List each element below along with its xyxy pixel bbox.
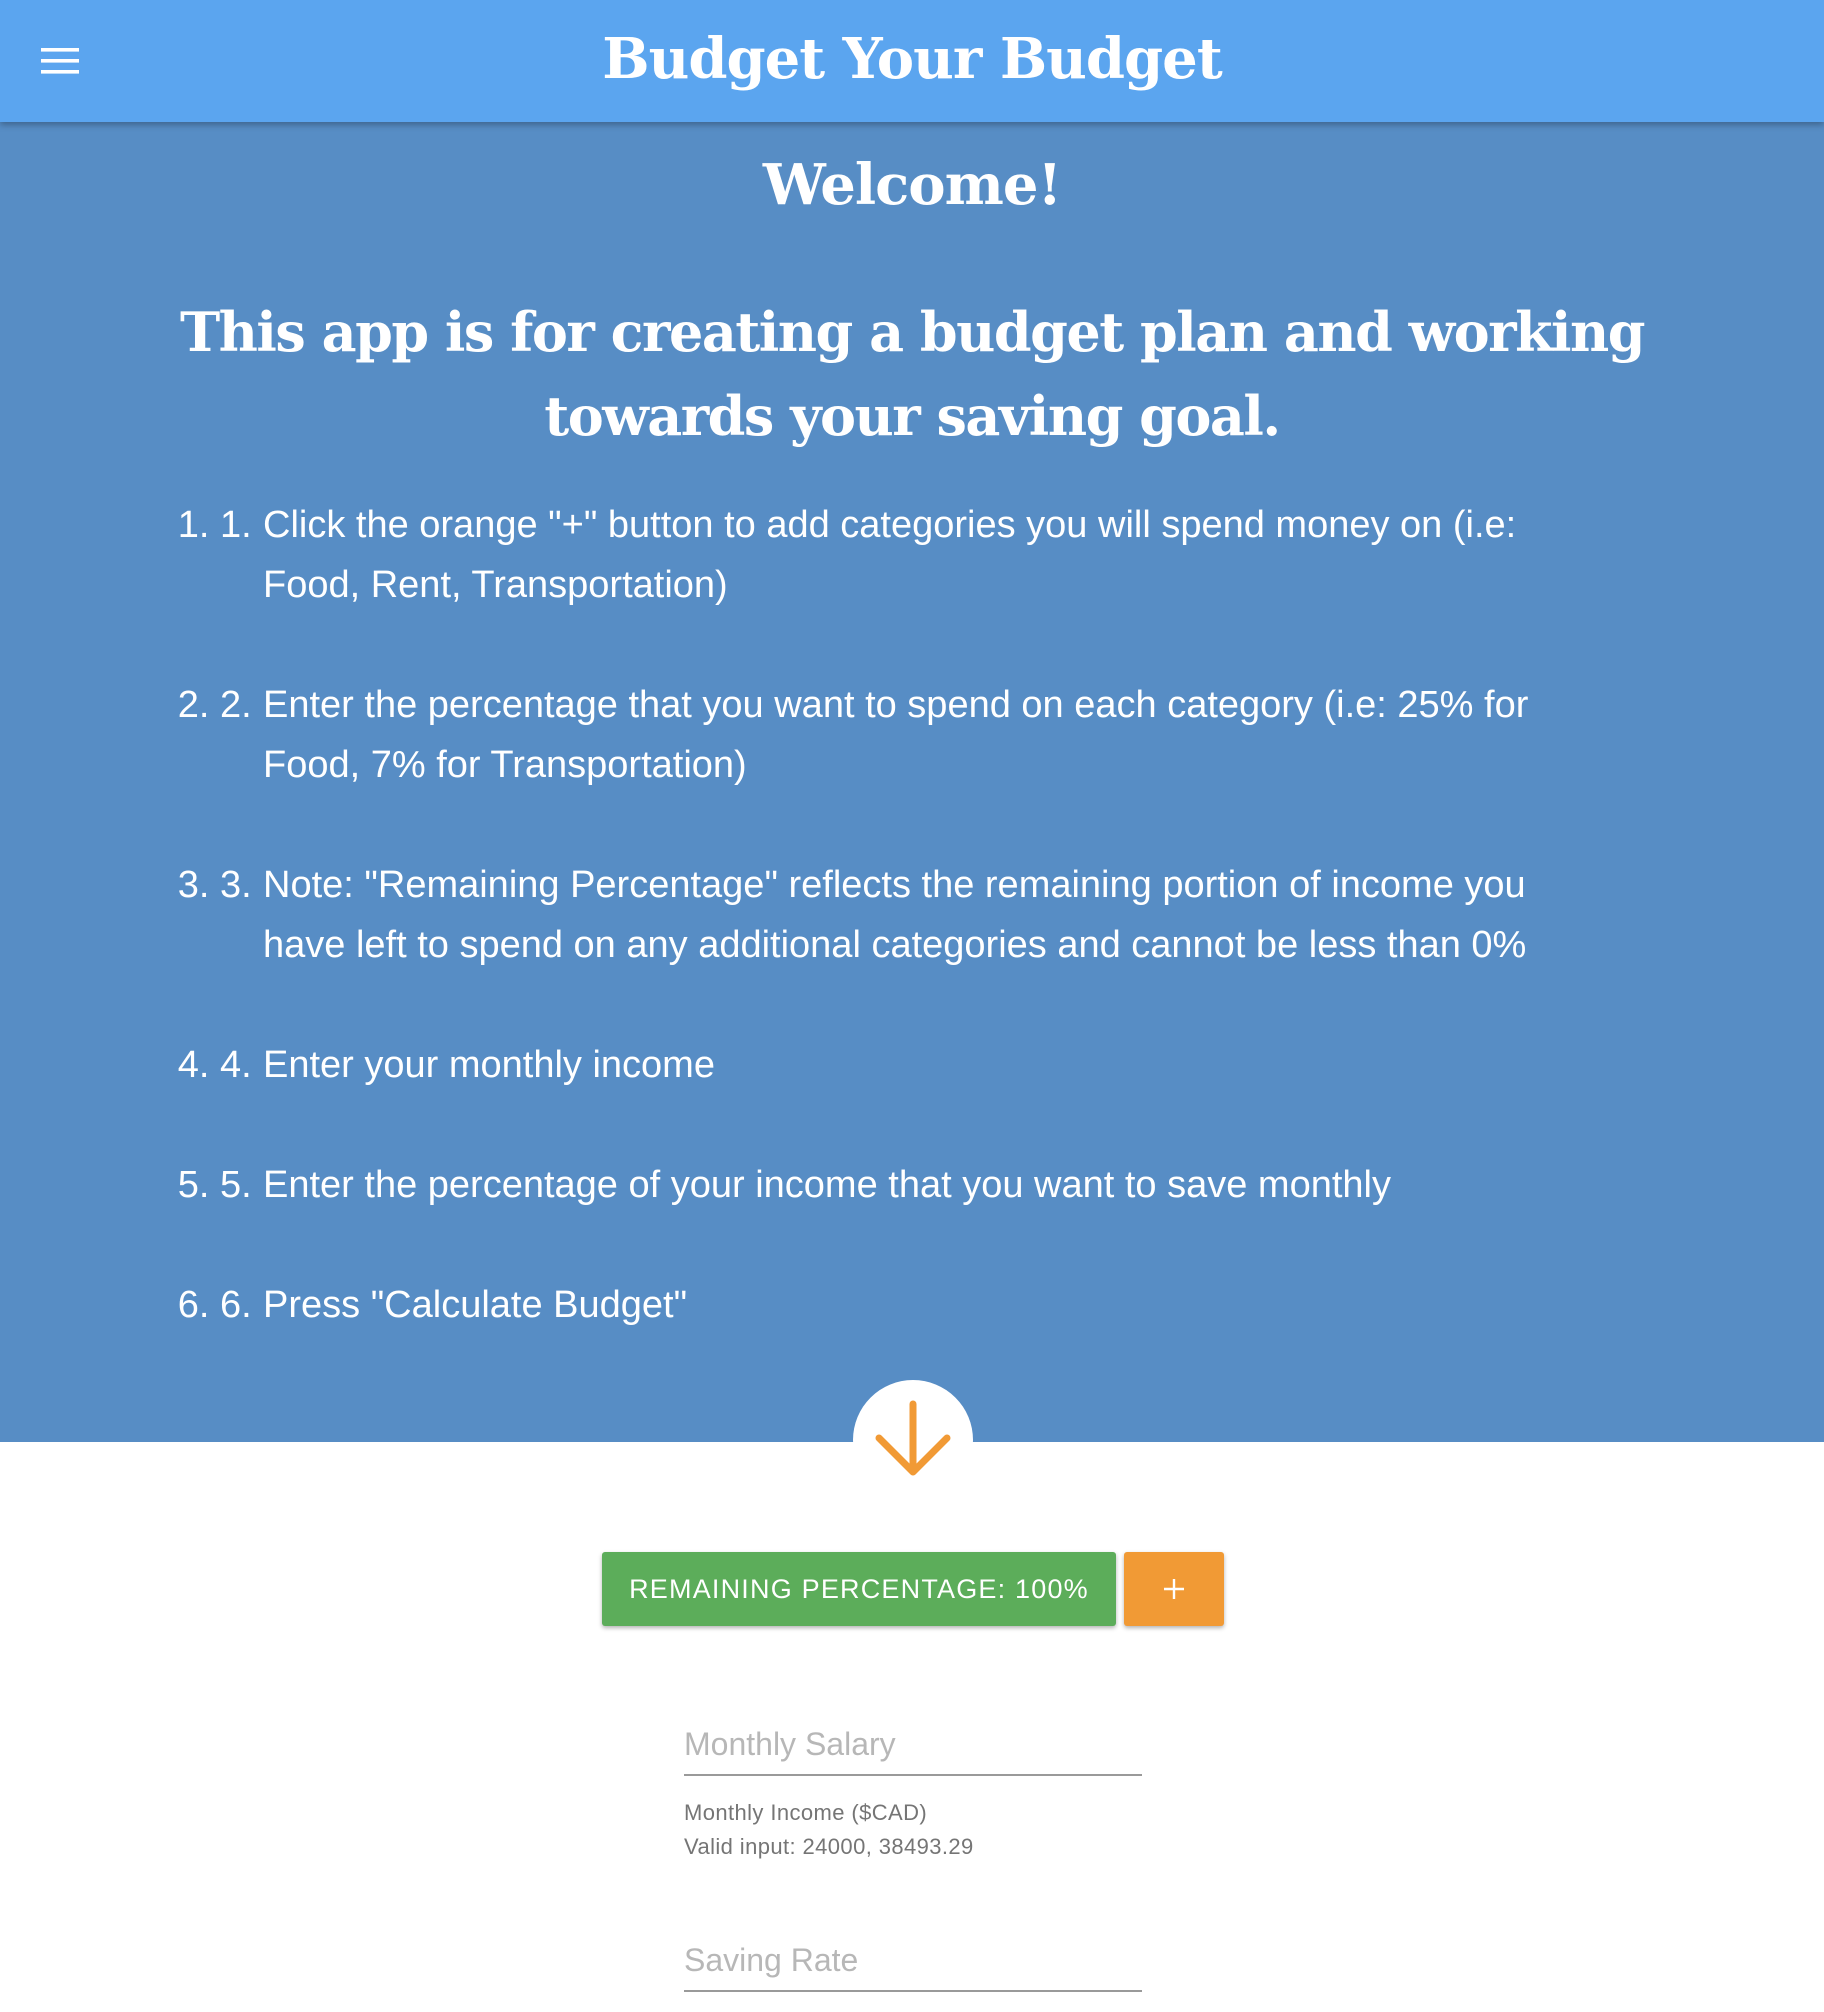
salary-helper-text: Monthly Income ($CAD) Valid input: 24000… xyxy=(684,1796,1142,1864)
step-text: Enter your monthly income xyxy=(263,1044,715,1086)
scroll-down-button[interactable] xyxy=(853,1380,973,1500)
add-category-button[interactable] xyxy=(1124,1552,1224,1626)
instruction-step: 3. Note: "Remaining Percentage" reflects… xyxy=(220,855,1600,975)
arrow-down-icon xyxy=(875,1400,951,1476)
instruction-step: 4. Enter your monthly income xyxy=(220,1035,1600,1095)
step-text: Enter the percentage that you want to sp… xyxy=(263,684,1529,786)
step-number: 2. xyxy=(220,684,252,726)
step-text: Press "Calculate Budget" xyxy=(263,1284,688,1326)
instruction-steps: 1. Click the orange "+" button to add ca… xyxy=(0,0,1824,1442)
app-title: Budget Your Budget xyxy=(602,26,1222,92)
saving-rate-field xyxy=(684,1930,1142,1992)
step-text: Enter the percentage of your income that… xyxy=(263,1164,1391,1206)
instruction-step: 2. Enter the percentage that you want to… xyxy=(220,675,1600,795)
remaining-percentage-button[interactable]: REMAINING PERCENTAGE: 100% xyxy=(602,1552,1116,1626)
salary-helper-label: Monthly Income ($CAD) xyxy=(684,1800,928,1825)
step-number: 4. xyxy=(220,1044,252,1086)
instruction-step: 5. Enter the percentage of your income t… xyxy=(220,1155,1600,1215)
app-root: Budget Your Budget Welcome! This app is … xyxy=(0,0,1824,2012)
plus-icon xyxy=(1164,1579,1184,1599)
monthly-salary-field: Monthly Income ($CAD) Valid input: 24000… xyxy=(684,1714,1142,1864)
monthly-salary-input[interactable] xyxy=(684,1714,1142,1776)
step-number: 5. xyxy=(220,1164,252,1206)
step-text: Note: "Remaining Percentage" reflects th… xyxy=(263,864,1527,966)
step-text: Click the orange "+" button to add categ… xyxy=(263,504,1517,606)
salary-helper-example: Valid input: 24000, 38493.29 xyxy=(684,1834,974,1859)
instruction-step: 6. Press "Calculate Budget" xyxy=(220,1275,1600,1335)
step-number: 1. xyxy=(220,504,252,546)
step-number: 3. xyxy=(220,864,252,906)
app-bar: Budget Your Budget xyxy=(0,0,1824,122)
step-number: 6. xyxy=(220,1284,252,1326)
instruction-step: 1. Click the orange "+" button to add ca… xyxy=(220,495,1600,615)
saving-rate-input[interactable] xyxy=(684,1930,1142,1992)
